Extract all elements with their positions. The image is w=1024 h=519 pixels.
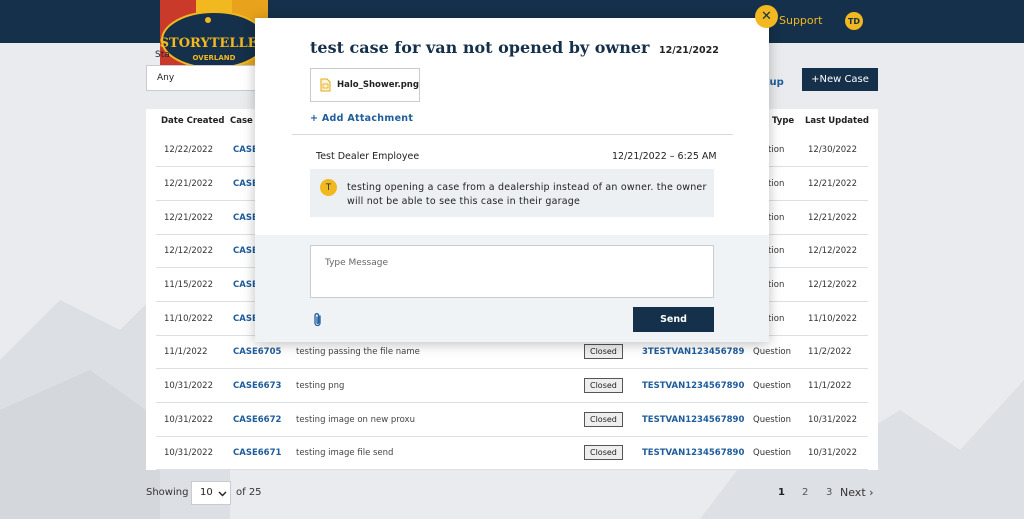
case-date: 12/21/2022	[659, 45, 719, 56]
paperclip-icon[interactable]	[311, 312, 325, 328]
message-bubble: T testing opening a case from a dealersh…	[310, 169, 714, 217]
case-title: test case for van not opened by owner	[310, 38, 650, 57]
close-modal-button[interactable]: ✕	[755, 5, 778, 28]
add-attachment-link[interactable]: + Add Attachment	[310, 113, 413, 124]
modal-divider	[292, 134, 733, 135]
message-timestamp: 12/21/2022 – 6:25 AM	[612, 151, 717, 162]
message-avatar: T	[320, 179, 337, 196]
message-text: testing opening a case from a dealership…	[347, 182, 707, 207]
message-input-placeholder: Type Message	[325, 258, 388, 268]
message-input[interactable]: Type Message	[310, 245, 714, 298]
close-icon: ✕	[761, 9, 772, 24]
image-file-icon	[320, 78, 331, 92]
attachment-filename: Halo_Shower.png	[337, 80, 419, 90]
send-button[interactable]: Send	[633, 307, 714, 332]
message-author: Test Dealer Employee	[316, 151, 420, 162]
attachment-chip[interactable]: Halo_Shower.png	[310, 68, 420, 102]
